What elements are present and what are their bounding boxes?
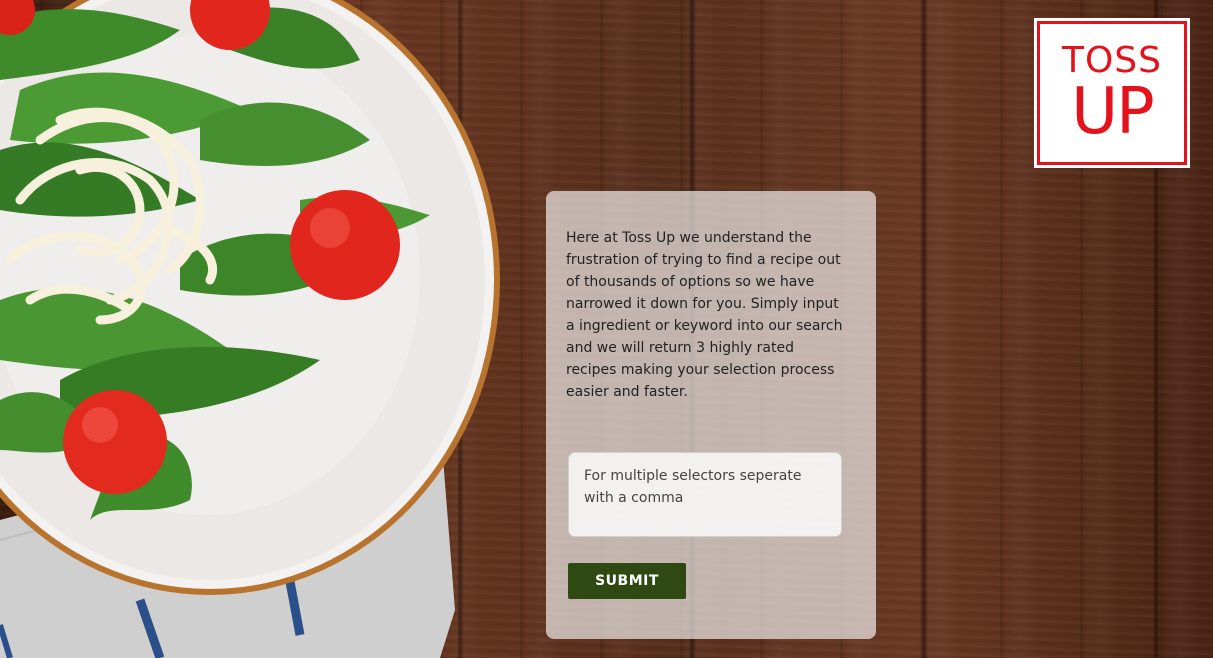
- submit-button[interactable]: SUBMIT: [568, 563, 686, 599]
- search-input[interactable]: [568, 452, 842, 537]
- logo-line-up: UP: [1071, 75, 1154, 149]
- intro-text: Here at Toss Up we understand the frustr…: [566, 230, 843, 400]
- toss-up-logo[interactable]: TOSS UP: [1037, 21, 1187, 165]
- search-card: Here at Toss Up we understand the frustr…: [546, 191, 876, 639]
- page: TOSS UP Here at Toss Up we understand th…: [0, 0, 1213, 658]
- salad-plate-image: [0, 0, 520, 658]
